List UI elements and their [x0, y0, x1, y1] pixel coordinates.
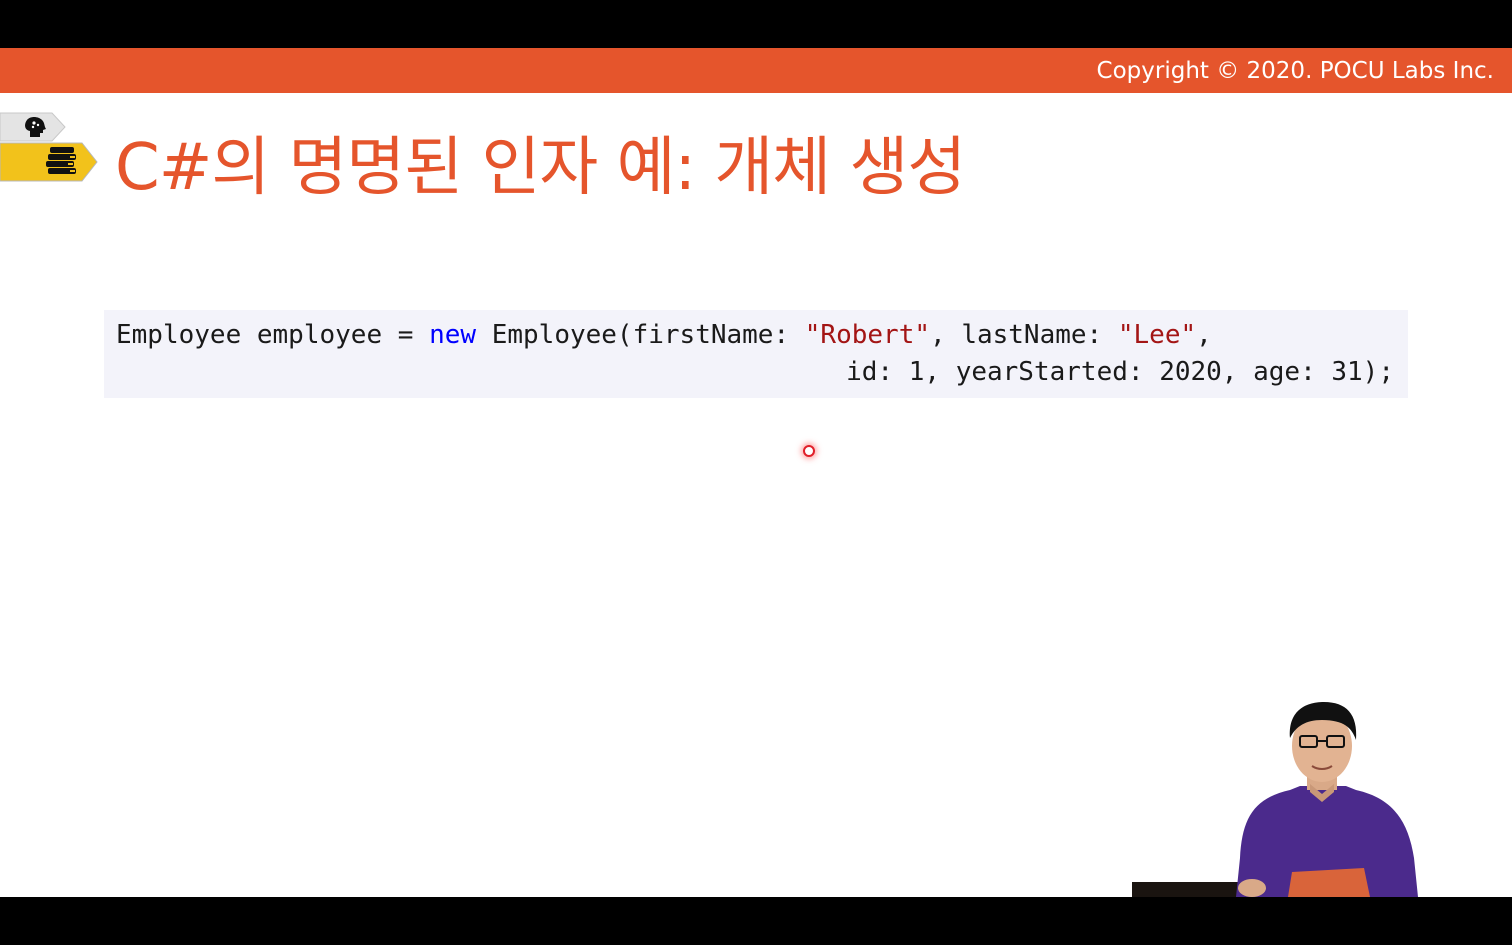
code-text: Employee employee =: [116, 320, 430, 350]
code-string: "Robert": [804, 320, 931, 350]
code-text: Employee(firstName:: [476, 320, 805, 350]
code-line-2: id: 1, yearStarted: 2020, age: 31);: [846, 357, 1394, 387]
book-stack-icon: [0, 142, 98, 182]
laser-pointer: [803, 445, 815, 457]
letterbox-top: [0, 0, 1512, 48]
code-string: "Lee": [1117, 320, 1197, 350]
header-band: Copyright © 2020. POCU Labs Inc.: [0, 48, 1512, 93]
slide: Copyright © 2020. POCU Labs Inc. C#의 명명된…: [0, 48, 1512, 897]
brain-head-icon: [0, 112, 66, 142]
copyright-text: Copyright © 2020. POCU Labs Inc.: [1096, 58, 1494, 84]
code-text: , lastName:: [930, 320, 1118, 350]
slide-title: C#의 명명된 인자 예: 개체 생성: [115, 131, 966, 205]
code-text: ,: [1196, 320, 1212, 350]
code-block: Employee employee = new Employee(firstNa…: [104, 310, 1408, 398]
code-line-1: Employee employee = new Employee(firstNa…: [116, 318, 1212, 352]
presenter-video: [1132, 702, 1418, 897]
letterbox-bottom: [0, 897, 1512, 945]
code-keyword: new: [429, 320, 477, 350]
